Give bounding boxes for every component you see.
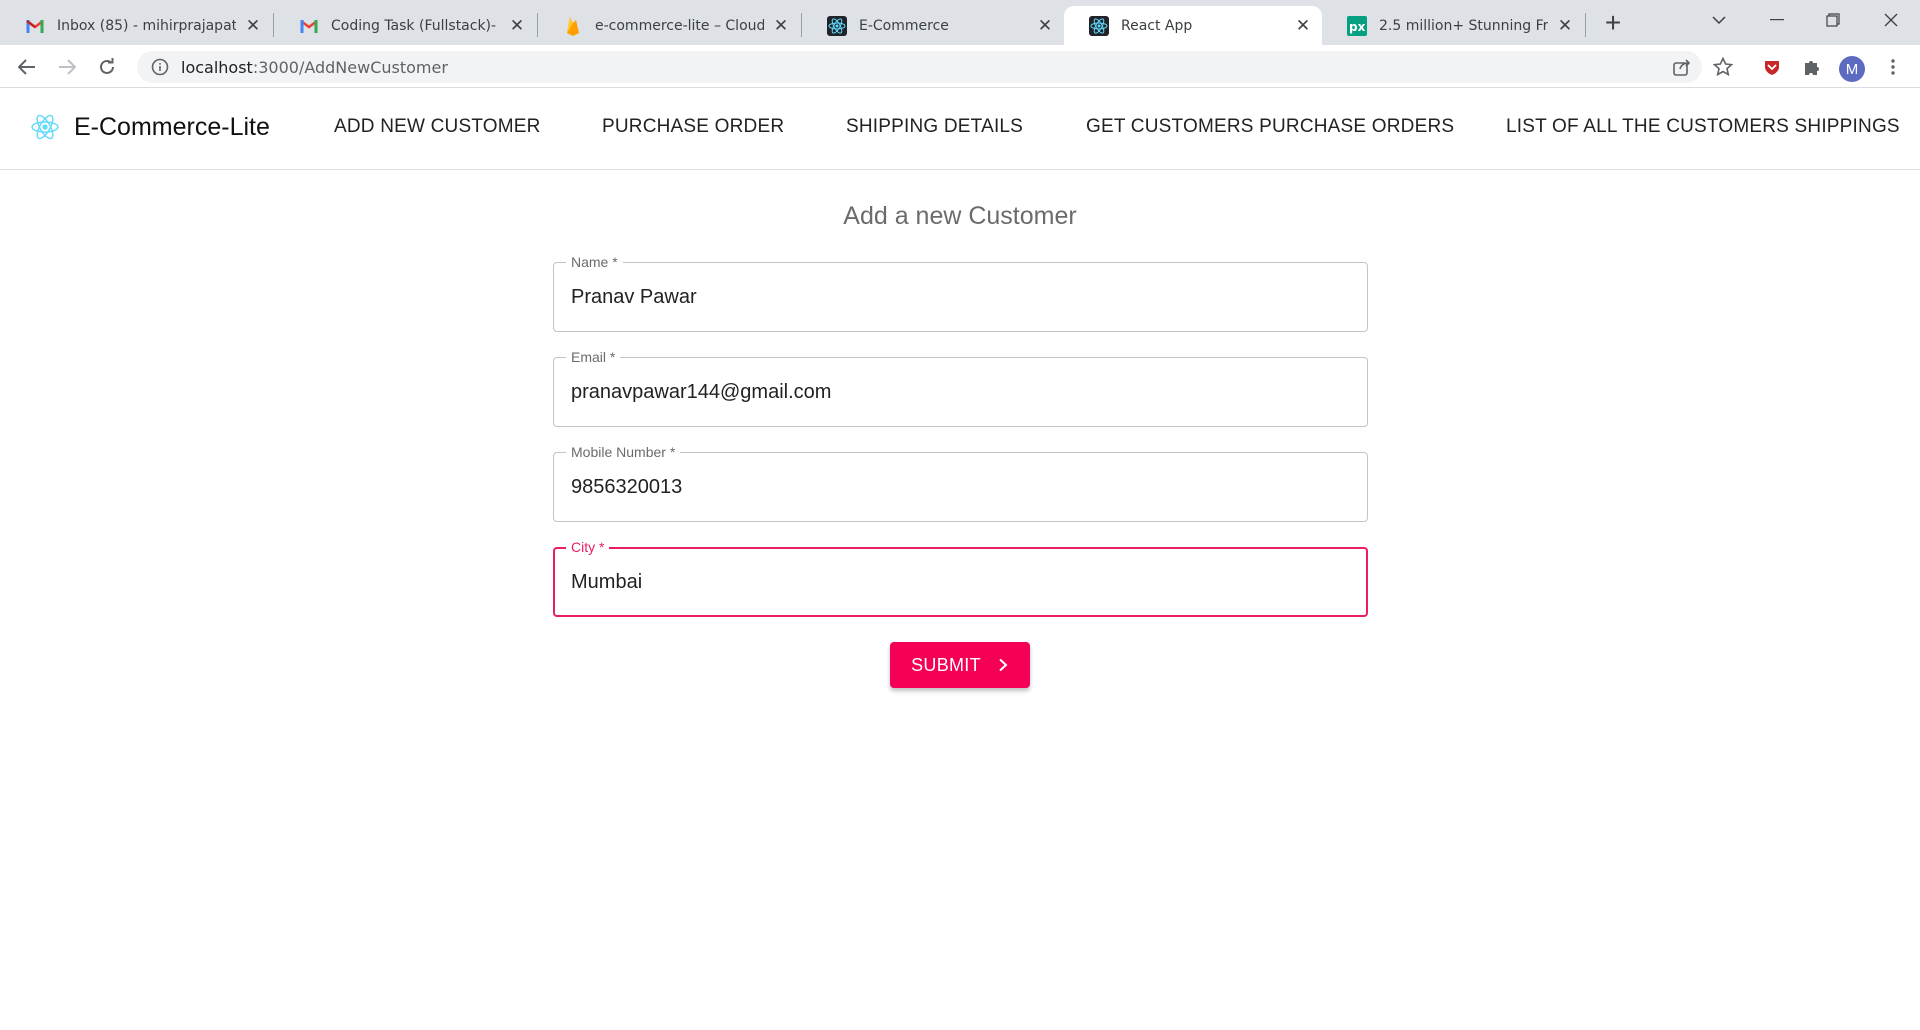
bookmark-star-icon[interactable] [1710,54,1736,80]
react-logo-icon [31,114,59,140]
window-close-icon[interactable] [1866,0,1916,40]
svg-text:px: px [1349,20,1366,34]
browser-tab[interactable]: E-Commerce ✕ [802,6,1064,45]
close-icon[interactable]: ✕ [1036,16,1054,35]
gmail-icon [25,16,45,36]
mobile-number-field[interactable]: Mobile Number * 9856320013 [553,444,1368,522]
field-value[interactable]: Mumbai [571,549,642,615]
reload-icon[interactable] [90,50,124,84]
extensions-puzzle-icon[interactable] [1799,54,1825,80]
app-header: E-Commerce-Lite ADD NEW CUSTOMER PURCHAS… [0,88,1920,170]
close-icon[interactable]: ✕ [508,16,526,35]
tab-title: 2.5 million+ Stunning Free [1379,17,1548,34]
url-text: localhost:3000/AddNewCustomer [181,58,448,77]
tab-title: Inbox (85) - mihirprajapati1 [57,17,236,34]
browser-tab-strip: Inbox (85) - mihirprajapati1 ✕ Coding Ta… [0,0,1920,45]
browser-tab[interactable]: e-commerce-lite – Cloud Fi ✕ [538,6,800,45]
submit-button[interactable]: SUBMIT [890,642,1030,688]
tab-title: E-Commerce [859,17,949,34]
field-value[interactable]: Pranav Pawar [571,263,697,331]
close-icon[interactable]: ✕ [772,16,790,35]
browser-tab[interactable]: Coding Task (Fullstack)- Flip ✕ [274,6,536,45]
field-value[interactable]: pranavpawar144@gmail.com [571,358,831,426]
url-path: :3000/AddNewCustomer [252,57,448,77]
browser-toolbar: localhost:3000/AddNewCustomer M [0,45,1920,88]
firebase-icon [563,16,583,36]
pexels-icon: px [1347,15,1367,36]
close-icon[interactable]: ✕ [1556,16,1574,35]
gmail-icon [299,16,319,36]
name-field[interactable]: Name * Pranav Pawar [553,254,1368,332]
nav-get-customers-purchase-orders[interactable]: GET CUSTOMERS PURCHASE ORDERS [1086,116,1454,138]
back-arrow-icon[interactable] [10,50,44,84]
minimize-icon[interactable] [1752,0,1802,40]
nav-add-new-customer[interactable]: ADD NEW CUSTOMER [334,116,541,138]
restore-icon[interactable] [1808,0,1858,40]
nav-purchase-order[interactable]: PURCHASE ORDER [602,116,784,138]
site-info-icon[interactable] [151,58,169,76]
new-tab-icon[interactable]: + [1598,7,1628,38]
tab-separator [1585,13,1586,37]
close-icon[interactable]: ✕ [244,16,262,35]
close-icon[interactable]: ✕ [1294,16,1312,35]
forward-arrow-icon[interactable] [50,50,84,84]
profile-avatar[interactable]: M [1839,56,1865,82]
brand[interactable]: E-Commerce-Lite [30,112,270,142]
field-value[interactable]: 9856320013 [571,453,682,521]
nav-shipping-details[interactable]: SHIPPING DETAILS [846,116,1023,138]
react-icon [827,15,847,36]
tab-title: Coding Task (Fullstack)- Flip [331,17,500,34]
city-field[interactable]: City * Mumbai [553,539,1368,617]
extension-shield-icon[interactable] [1759,54,1785,80]
browser-tab-active[interactable]: React App ✕ [1064,6,1322,45]
submit-label: SUBMIT [911,654,981,675]
share-icon[interactable] [1669,54,1695,80]
tab-title: e-commerce-lite – Cloud Fi [595,17,764,34]
chevron-right-icon [999,658,1008,672]
browser-menu-icon[interactable] [1880,54,1906,80]
email-field[interactable]: Email * pranavpawar144@gmail.com [553,349,1368,427]
tab-title: React App [1121,17,1193,34]
url-host: localhost [181,57,253,77]
browser-tab[interactable]: Inbox (85) - mihirprajapati1 ✕ [0,6,272,45]
form-title: Add a new Customer [843,202,1077,230]
tab-search-icon[interactable] [1694,0,1744,40]
nav-list-customers-shippings[interactable]: LIST OF ALL THE CUSTOMERS SHIPPINGS [1506,116,1900,138]
react-icon [1089,15,1109,36]
browser-tab[interactable]: px 2.5 million+ Stunning Free ✕ [1322,6,1584,45]
address-bar[interactable]: localhost:3000/AddNewCustomer [137,51,1702,83]
brand-name: E-Commerce-Lite [74,112,270,141]
